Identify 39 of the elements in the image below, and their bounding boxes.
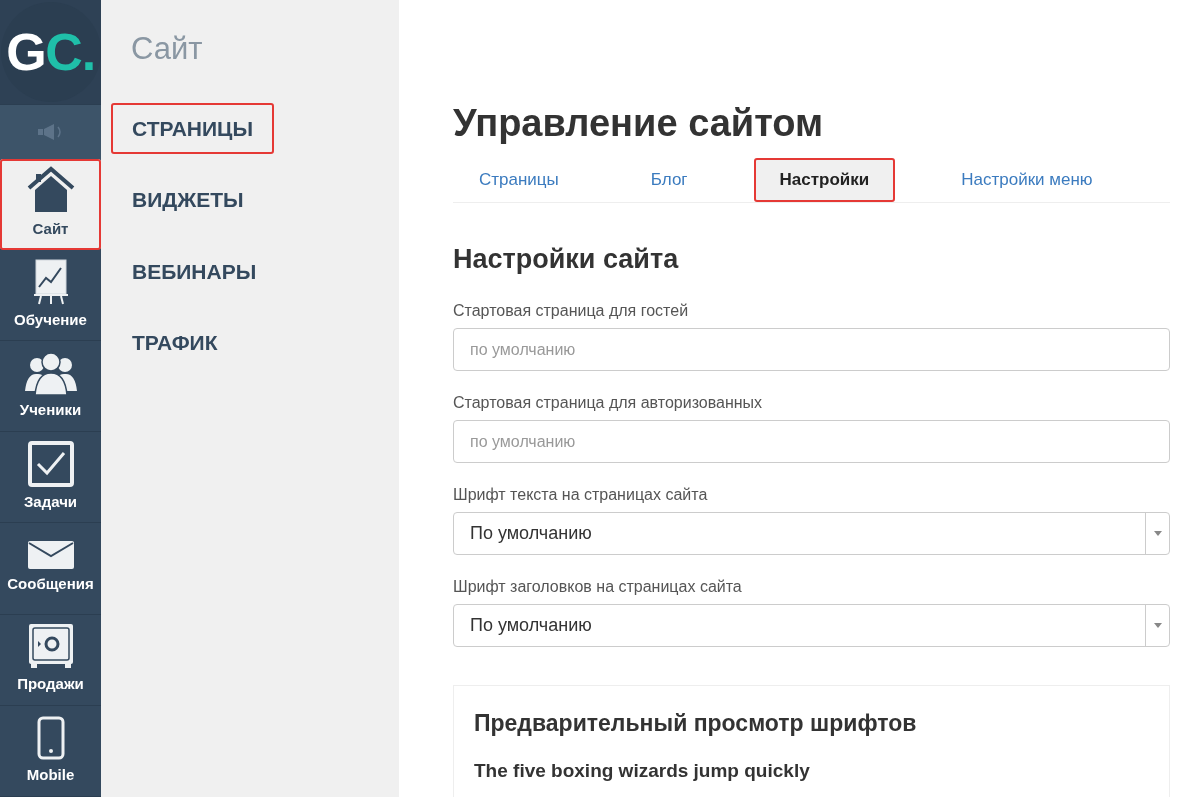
section-title: Настройки сайта	[453, 242, 680, 276]
phone-icon	[36, 715, 65, 760]
page-title: Управление сайтом	[453, 101, 825, 146]
tab[interactable]: Настройки меню	[935, 157, 1119, 202]
field-label: Стартовая страница для гостей	[453, 301, 690, 321]
safe-icon	[27, 623, 74, 670]
submenu-link[interactable]: СТРАНИЦЫ	[111, 102, 274, 154]
nav-label: Обучение	[14, 309, 87, 330]
tab[interactable]: Настройки	[753, 157, 896, 202]
nav-item[interactable]: Сайт	[0, 158, 101, 250]
nav-label: Сайт	[32, 219, 69, 240]
nav-label: Продажи	[17, 674, 84, 695]
people-icon	[24, 350, 77, 395]
envelope-icon	[27, 541, 74, 570]
input-field[interactable]: по умолчанию	[453, 420, 1170, 463]
tab[interactable]: Блог	[624, 157, 714, 202]
nav-label: Задачи	[23, 492, 78, 513]
submenu-link[interactable]: ВИДЖЕТЫ	[111, 174, 265, 226]
input-field[interactable]: по умолчанию	[453, 328, 1170, 371]
preview-sample: The five boxing wizards jump quickly	[474, 758, 811, 783]
house-icon	[25, 166, 76, 215]
field-label: Шрифт текста на страницах сайта	[453, 485, 709, 505]
preview-title: Предварительный просмотр шрифтов	[474, 709, 918, 738]
checkbox-icon	[27, 441, 74, 488]
nav-label: Сообщения	[7, 574, 94, 595]
submenu-link[interactable]: ВЕБИНАРЫ	[111, 245, 278, 297]
caret-icon	[1153, 623, 1162, 628]
chart-board-icon	[32, 258, 69, 305]
select-field[interactable]: По умолчанию	[453, 604, 1170, 647]
logo: GC.	[0, 0, 101, 105]
field-label: Стартовая страница для авторизованных	[453, 393, 764, 413]
tab[interactable]: Страницы	[453, 157, 585, 202]
select-field[interactable]: По умолчанию	[453, 512, 1170, 555]
caret-icon	[1153, 531, 1162, 536]
nav-label: Ученики	[19, 399, 82, 420]
submenu-link[interactable]: ТРАФИК	[111, 317, 239, 369]
nav-label: Mobile	[26, 764, 75, 785]
submenu-title: Сайт	[131, 30, 204, 68]
field-label: Шрифт заголовков на страницах сайта	[453, 577, 743, 597]
